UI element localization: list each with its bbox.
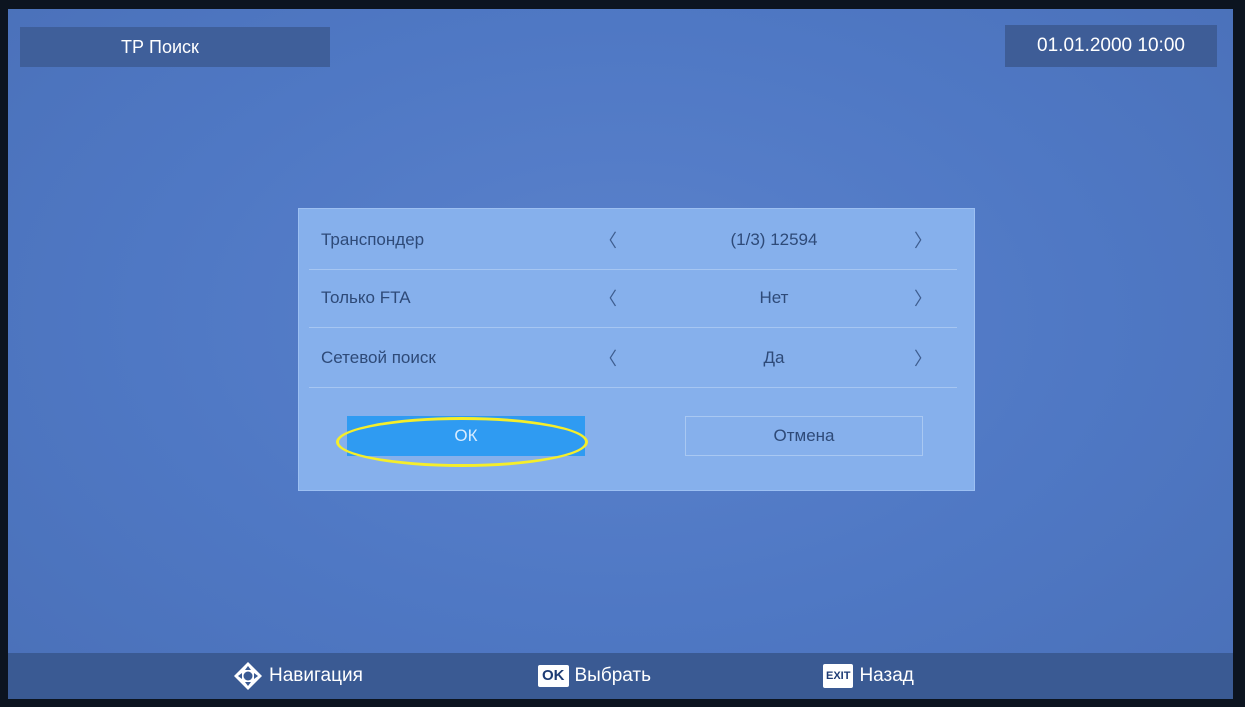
footer-hint-bar: Навигация OK Выбрать EXIT Назад xyxy=(8,653,1233,699)
exit-hint-label: Назад xyxy=(859,665,914,686)
nav-hint: Навигация xyxy=(233,661,363,691)
ok-button[interactable]: ОК xyxy=(347,416,585,456)
datetime-display: 01.01.2000 10:00 xyxy=(1005,25,1217,67)
transponder-label: Транспондер xyxy=(321,230,425,249)
network-search-next-arrow-icon[interactable]: 〉 xyxy=(914,345,932,371)
cancel-button[interactable]: Отмена xyxy=(685,416,923,456)
navigation-dpad-icon xyxy=(234,662,262,690)
transponder-prev-arrow-icon[interactable]: 〈 xyxy=(599,227,617,253)
nav-hint-label: Навигация xyxy=(269,665,363,686)
tp-search-dialog: Транспондер 〈 (1/3) 12594 〉 Только FTA 〈… xyxy=(298,208,975,491)
fta-only-label: Только FTA xyxy=(321,288,411,307)
fta-only-prev-arrow-icon[interactable]: 〈 xyxy=(599,285,617,311)
network-search-row[interactable]: Сетевой поиск 〈 Да 〉 xyxy=(309,329,957,388)
datetime-text: 01.01.2000 10:00 xyxy=(1037,35,1185,56)
exit-key-icon: EXIT xyxy=(823,664,854,688)
fta-only-next-arrow-icon[interactable]: 〉 xyxy=(914,285,932,311)
page-title-text: ТР Поиск xyxy=(121,36,199,57)
transponder-row[interactable]: Транспондер 〈 (1/3) 12594 〉 xyxy=(309,211,957,270)
tv-screen: ТР Поиск 01.01.2000 10:00 Транспондер 〈 … xyxy=(8,9,1233,699)
fta-only-value: Нет xyxy=(759,288,789,307)
network-search-prev-arrow-icon[interactable]: 〈 xyxy=(599,345,617,371)
network-search-value: Да xyxy=(763,348,785,367)
ok-hint: OK Выбрать xyxy=(538,665,651,687)
ok-key-icon: OK xyxy=(538,665,569,687)
fta-only-row[interactable]: Только FTA 〈 Нет 〉 xyxy=(309,269,957,328)
transponder-value: (1/3) 12594 xyxy=(730,230,818,249)
network-search-label: Сетевой поиск xyxy=(321,348,436,367)
exit-hint: EXIT Назад xyxy=(823,664,914,688)
transponder-next-arrow-icon[interactable]: 〉 xyxy=(914,227,932,253)
ok-hint-label: Выбрать xyxy=(574,665,652,686)
page-title: ТР Поиск xyxy=(20,27,330,67)
